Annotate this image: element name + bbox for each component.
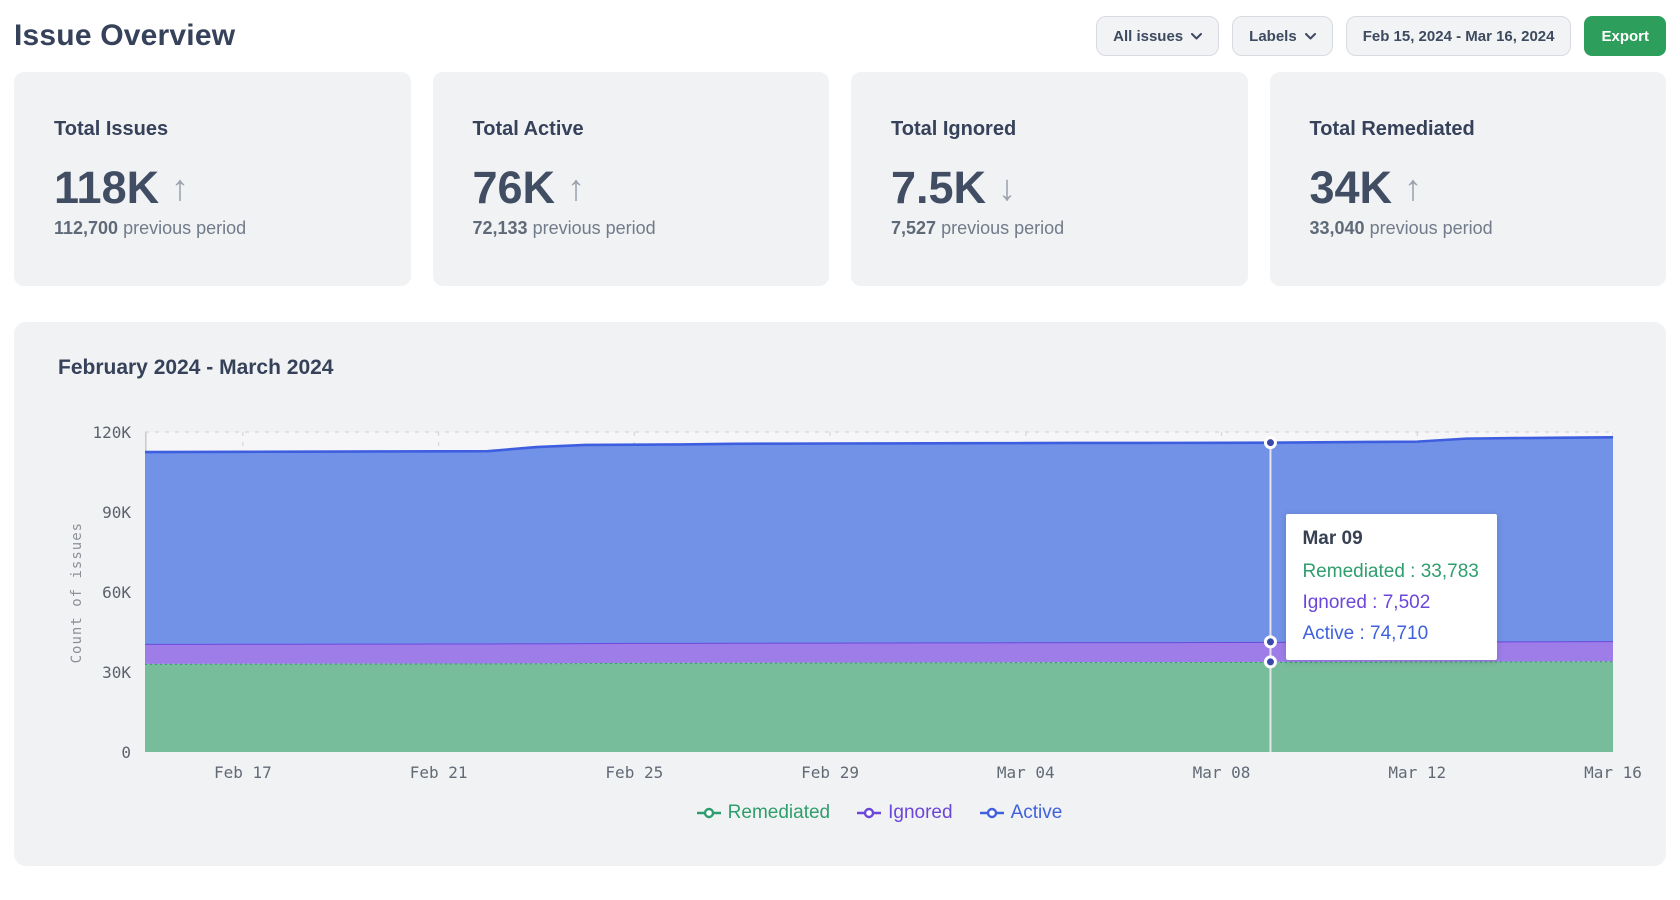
- date-range-label: Feb 15, 2024 - Mar 16, 2024: [1363, 28, 1555, 45]
- legend-item-active[interactable]: Active: [979, 802, 1063, 824]
- chevron-down-icon: [1191, 33, 1202, 40]
- x-tick-label: Feb 21: [391, 763, 487, 782]
- legend-label: Remediated: [728, 802, 830, 824]
- trend-up-icon: ↑: [567, 170, 585, 206]
- stat-card-total-ignored: Total Ignored 7.5K ↓ 7,527 previous peri…: [851, 72, 1248, 286]
- chevron-down-icon: [1305, 33, 1316, 40]
- stat-title: Total Ignored: [891, 118, 1230, 141]
- tooltip-row-active: Active : 74,710: [1302, 623, 1478, 645]
- stat-previous: 112,700 previous period: [54, 218, 393, 239]
- stat-value: 76K: [473, 165, 556, 210]
- y-tick-label: 120K: [73, 423, 131, 442]
- legend-marker-icon: [696, 807, 722, 819]
- x-tick-label: Mar 12: [1369, 763, 1465, 782]
- trend-up-icon: ↑: [171, 170, 189, 206]
- trend-down-icon: ↓: [998, 170, 1016, 206]
- x-tick-label: Feb 17: [195, 763, 291, 782]
- x-tick-label: Feb 29: [782, 763, 878, 782]
- legend-marker-icon: [979, 807, 1005, 819]
- x-tick-label: Feb 25: [586, 763, 682, 782]
- chart-plot-area: Count of issues Mar 09 Remediated : 33,7…: [145, 422, 1613, 752]
- chart-title: February 2024 - March 2024: [14, 322, 1666, 380]
- stat-title: Total Active: [473, 118, 812, 141]
- trend-up-icon: ↑: [1404, 170, 1422, 206]
- labels-dropdown-label: Labels: [1249, 28, 1297, 45]
- tooltip-row-ignored: Ignored : 7,502: [1302, 592, 1478, 614]
- stat-value: 118K: [54, 165, 159, 210]
- legend-marker-icon: [856, 807, 882, 819]
- legend-item-remediated[interactable]: Remediated: [696, 802, 830, 824]
- y-tick-label: 60K: [73, 583, 131, 602]
- stat-title: Total Remediated: [1310, 118, 1649, 141]
- chart-panel: February 2024 - March 2024 Count of issu…: [14, 322, 1666, 866]
- tooltip-date: Mar 09: [1302, 528, 1478, 550]
- x-tick-label: Mar 16: [1565, 763, 1661, 782]
- x-tick-label: Mar 08: [1174, 763, 1270, 782]
- page-title: Issue Overview: [14, 19, 235, 53]
- stat-value: 34K: [1310, 165, 1393, 210]
- y-tick-label: 30K: [73, 663, 131, 682]
- tooltip-row-remediated: Remediated : 33,783: [1302, 561, 1478, 583]
- legend-label: Active: [1011, 802, 1063, 824]
- all-issues-dropdown-label: All issues: [1113, 28, 1183, 45]
- stat-previous: 7,527 previous period: [891, 218, 1230, 239]
- stat-card-total-remediated: Total Remediated 34K ↑ 33,040 previous p…: [1270, 72, 1667, 286]
- stat-title: Total Issues: [54, 118, 393, 141]
- legend-label: Ignored: [888, 802, 952, 824]
- header-controls: All issues Labels Feb 15, 2024 - Mar 16,…: [1096, 16, 1666, 56]
- labels-dropdown[interactable]: Labels: [1232, 16, 1333, 56]
- stat-previous: 33,040 previous period: [1310, 218, 1649, 239]
- chart-legend: Remediated Ignored Active: [145, 802, 1613, 824]
- date-range-picker[interactable]: Feb 15, 2024 - Mar 16, 2024: [1346, 16, 1572, 56]
- stat-cards-row: Total Issues 118K ↑ 112,700 previous per…: [14, 72, 1666, 286]
- y-tick-label: 0: [73, 743, 131, 762]
- legend-item-ignored[interactable]: Ignored: [856, 802, 952, 824]
- stat-value: 7.5K: [891, 165, 986, 210]
- all-issues-dropdown[interactable]: All issues: [1096, 16, 1219, 56]
- x-tick-label: Mar 04: [978, 763, 1074, 782]
- top-bar: Issue Overview All issues Labels Feb 15,…: [0, 0, 1680, 56]
- stat-card-total-active: Total Active 76K ↑ 72,133 previous perio…: [433, 72, 830, 286]
- stat-card-total-issues: Total Issues 118K ↑ 112,700 previous per…: [14, 72, 411, 286]
- chart-tooltip: Mar 09 Remediated : 33,783 Ignored : 7,5…: [1286, 514, 1496, 660]
- export-button[interactable]: Export: [1584, 16, 1666, 56]
- y-tick-label: 90K: [73, 503, 131, 522]
- stat-previous: 72,133 previous period: [473, 218, 812, 239]
